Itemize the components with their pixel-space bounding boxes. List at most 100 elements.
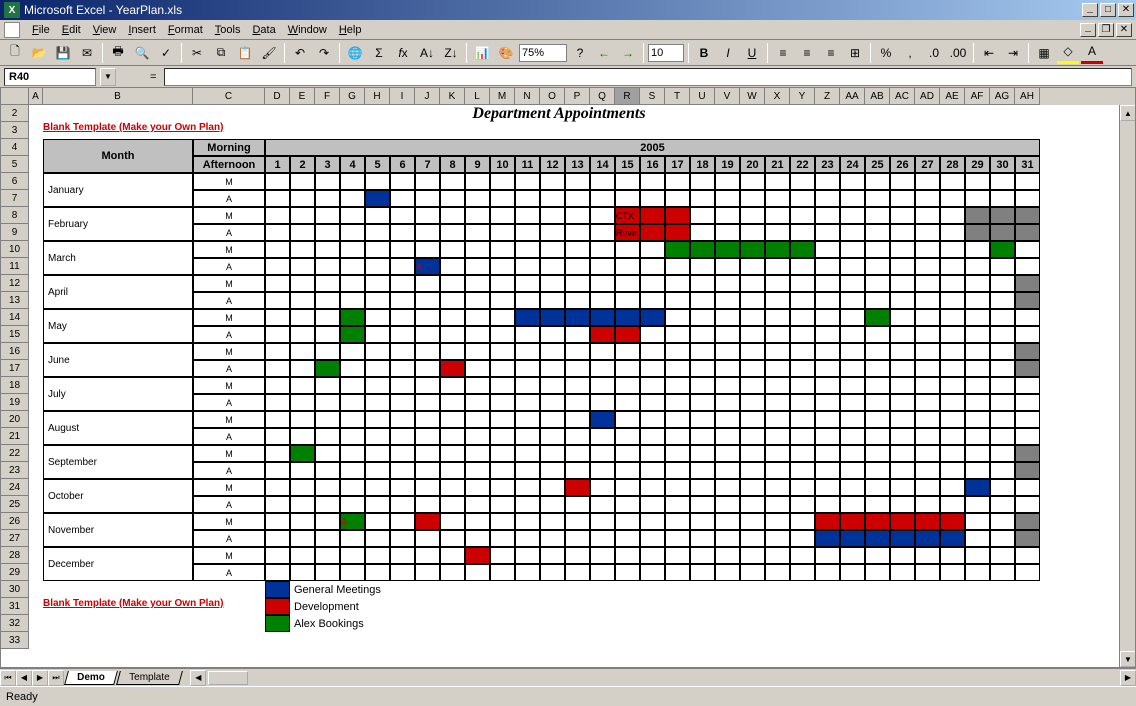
planner-cell[interactable] (890, 564, 915, 581)
planner-cell[interactable] (815, 326, 840, 343)
menu-edit[interactable]: Edit (56, 22, 87, 38)
planner-cell[interactable] (990, 394, 1015, 411)
planner-cell[interactable] (590, 309, 615, 326)
paste-button[interactable]: 📋 (234, 42, 256, 64)
planner-cell[interactable] (915, 224, 940, 241)
planner-cell[interactable] (440, 411, 465, 428)
planner-cell[interactable] (765, 530, 790, 547)
planner-cell[interactable] (440, 564, 465, 581)
planner-cell[interactable] (790, 224, 815, 241)
planner-cell[interactable] (540, 343, 565, 360)
planner-cell[interactable] (390, 564, 415, 581)
planner-cell[interactable] (865, 428, 890, 445)
menu-format[interactable]: Format (162, 22, 209, 38)
planner-cell[interactable] (740, 360, 765, 377)
planner-cell[interactable] (265, 292, 290, 309)
planner-cell[interactable] (765, 224, 790, 241)
planner-cell[interactable] (965, 445, 990, 462)
planner-cell[interactable] (790, 377, 815, 394)
planner-cell[interactable] (890, 513, 915, 530)
planner-cell[interactable] (815, 343, 840, 360)
col-header-AG[interactable]: AG (990, 88, 1015, 105)
planner-cell[interactable] (290, 479, 315, 496)
spreadsheet-grid[interactable]: ABCDEFGHIJKLMNOPQRSTUVWXYZAAABACADAEAFAG… (0, 88, 1136, 668)
planner-cell[interactable] (290, 275, 315, 292)
planner-cell[interactable] (315, 513, 340, 530)
planner-cell[interactable] (315, 547, 340, 564)
planner-cell[interactable] (840, 496, 865, 513)
row-header-24[interactable]: 24 (1, 479, 29, 496)
col-header-AF[interactable]: AF (965, 88, 990, 105)
row-header-28[interactable]: 28 (1, 547, 29, 564)
planner-cell[interactable] (440, 343, 465, 360)
planner-cell[interactable] (815, 411, 840, 428)
planner-cell[interactable] (790, 258, 815, 275)
name-box[interactable]: R40 (4, 68, 96, 86)
font-color-button[interactable]: A (1081, 42, 1103, 64)
planner-cell[interactable] (390, 530, 415, 547)
planner-cell[interactable] (740, 173, 765, 190)
scroll-up-button[interactable]: ▲ (1120, 105, 1136, 121)
planner-cell[interactable] (890, 428, 915, 445)
row-header-3[interactable]: 3 (1, 122, 29, 139)
planner-cell[interactable] (640, 394, 665, 411)
planner-cell[interactable] (365, 326, 390, 343)
planner-cell[interactable] (290, 360, 315, 377)
planner-cell[interactable] (815, 394, 840, 411)
planner-cell[interactable] (665, 224, 690, 241)
planner-cell[interactable] (565, 224, 590, 241)
zoom-input[interactable] (519, 44, 567, 62)
planner-cell[interactable] (440, 224, 465, 241)
planner-cell[interactable] (540, 479, 565, 496)
planner-cell[interactable] (840, 411, 865, 428)
col-header-F[interactable]: F (315, 88, 340, 105)
doc-minimize-button[interactable]: _ (1080, 23, 1096, 37)
planner-cell[interactable] (265, 411, 290, 428)
planner-cell[interactable] (965, 343, 990, 360)
planner-cell[interactable] (465, 190, 490, 207)
planner-cell[interactable] (540, 275, 565, 292)
planner-cell[interactable] (865, 360, 890, 377)
planner-cell[interactable] (915, 241, 940, 258)
row-header-18[interactable]: 18 (1, 377, 29, 394)
planner-cell[interactable] (690, 513, 715, 530)
planner-cell[interactable] (715, 309, 740, 326)
planner-cell[interactable] (915, 394, 940, 411)
col-header-H[interactable]: H (365, 88, 390, 105)
planner-cell[interactable] (715, 530, 740, 547)
planner-cell[interactable] (290, 564, 315, 581)
planner-cell[interactable] (690, 360, 715, 377)
planner-cell[interactable] (440, 479, 465, 496)
decrease-decimal-button[interactable]: .00 (947, 42, 969, 64)
planner-cell[interactable] (615, 292, 640, 309)
planner-cell[interactable] (640, 564, 665, 581)
planner-cell[interactable] (815, 360, 840, 377)
planner-cell[interactable] (1015, 411, 1040, 428)
sheet-tab-demo[interactable]: Demo (64, 671, 118, 685)
planner-cell[interactable] (265, 547, 290, 564)
planner-cell[interactable] (690, 224, 715, 241)
planner-cell[interactable] (890, 207, 915, 224)
planner-cell[interactable] (290, 241, 315, 258)
planner-cell[interactable] (440, 445, 465, 462)
planner-cell[interactable] (990, 326, 1015, 343)
planner-cell[interactable] (465, 513, 490, 530)
planner-cell[interactable] (440, 326, 465, 343)
planner-cell[interactable] (840, 326, 865, 343)
planner-cell[interactable] (915, 377, 940, 394)
print-button[interactable]: 🖶 (107, 42, 129, 64)
planner-cell[interactable] (590, 564, 615, 581)
planner-cell[interactable] (265, 428, 290, 445)
planner-cell[interactable] (690, 496, 715, 513)
planner-cell[interactable] (540, 547, 565, 564)
planner-cell[interactable] (815, 190, 840, 207)
col-header-AB[interactable]: AB (865, 88, 890, 105)
planner-cell[interactable] (290, 207, 315, 224)
scroll-right-button[interactable]: ▶ (1120, 670, 1136, 686)
planner-cell[interactable] (840, 207, 865, 224)
planner-cell[interactable] (565, 309, 590, 326)
planner-cell[interactable] (415, 241, 440, 258)
planner-cell[interactable] (315, 309, 340, 326)
planner-cell[interactable] (640, 343, 665, 360)
planner-cell[interactable] (665, 292, 690, 309)
